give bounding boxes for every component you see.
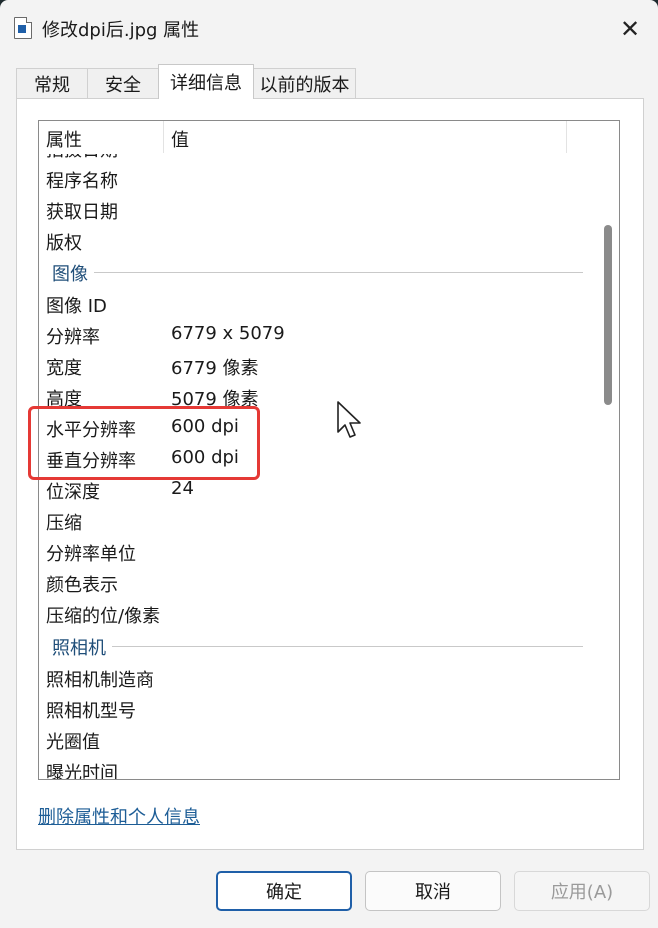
property-name: 图像 ID [46, 296, 107, 317]
list-item[interactable]: 宽度 6779 像素 [39, 350, 599, 381]
list-item[interactable]: 分辨率单位 [39, 536, 599, 567]
list-item[interactable]: 拍摄日期 [39, 154, 599, 163]
property-list[interactable]: 属性 值 拍摄日期 程序名称 获取日期 版权 图像 [38, 120, 620, 780]
property-value: 6779 x 5079 [171, 323, 285, 344]
list-item[interactable]: 水平分辨率 600 dpi [39, 412, 599, 443]
list-item[interactable]: 垂直分辨率 600 dpi [39, 443, 599, 474]
list-item[interactable]: 颜色表示 [39, 567, 599, 598]
column-header: 属性 值 [39, 121, 599, 154]
property-value: 24 [171, 478, 194, 499]
property-name: 分辨率 [46, 327, 100, 348]
property-name: 获取日期 [46, 202, 118, 223]
property-name: 高度 [46, 389, 82, 410]
apply-button[interactable]: 应用(A) [514, 871, 650, 911]
tab-security[interactable]: 安全 [87, 68, 159, 98]
property-name: 照相机型号 [46, 701, 136, 722]
property-name: 水平分辨率 [46, 420, 136, 441]
property-name: 压缩 [46, 513, 82, 534]
properties-dialog: 修改dpi后.jpg 属性 ✕ 常规 安全 详细信息 以前的版本 属性 值 拍摄… [0, 0, 658, 928]
property-value: 600 dpi [171, 447, 239, 468]
property-name: 分辨率单位 [46, 544, 136, 565]
list-item[interactable]: 获取日期 [39, 194, 599, 225]
button-bar: 确定 取消 应用(A) [0, 850, 658, 928]
property-name: 曝光时间 [46, 763, 118, 779]
close-button[interactable]: ✕ [610, 10, 650, 48]
property-name: 位深度 [46, 482, 100, 503]
title-bar[interactable]: 修改dpi后.jpg 属性 ✕ [0, 0, 658, 58]
tab-strip: 常规 安全 详细信息 以前的版本 [16, 64, 646, 99]
property-name: 照相机制造商 [46, 670, 154, 691]
remove-properties-link[interactable]: 删除属性和个人信息 [38, 803, 200, 829]
list-item[interactable]: 曝光时间 [39, 755, 599, 779]
image-file-icon [14, 17, 32, 39]
list-item[interactable]: 位深度 24 [39, 474, 599, 505]
list-item[interactable]: 高度 5079 像素 [39, 381, 599, 412]
tab-previous-versions[interactable]: 以前的版本 [253, 68, 356, 98]
list-item[interactable]: 光圈值 [39, 724, 599, 755]
cancel-button[interactable]: 取消 [365, 871, 501, 911]
mouse-pointer-icon [337, 401, 361, 438]
header-property[interactable]: 属性 [46, 126, 82, 152]
property-name: 垂直分辨率 [46, 451, 136, 472]
group-header-camera: 照相机 [39, 630, 599, 661]
list-item[interactable]: 照相机制造商 [39, 662, 599, 693]
tab-details[interactable]: 详细信息 [158, 64, 254, 99]
property-name: 版权 [46, 233, 82, 254]
group-label: 图像 [52, 260, 94, 286]
property-rows: 拍摄日期 程序名称 获取日期 版权 图像 图像 ID [39, 154, 599, 779]
property-value: 6779 像素 [171, 358, 259, 379]
property-name: 宽度 [46, 358, 82, 379]
property-name: 程序名称 [46, 171, 118, 192]
window-title: 修改dpi后.jpg 属性 [42, 20, 200, 41]
list-item[interactable]: 图像 ID [39, 288, 599, 319]
property-value: 5079 像素 [171, 389, 259, 410]
property-name: 颜色表示 [46, 575, 118, 596]
tab-general[interactable]: 常规 [16, 68, 88, 98]
list-item[interactable]: 程序名称 [39, 163, 599, 194]
property-name: 压缩的位/像素 [46, 606, 161, 627]
list-item[interactable]: 照相机型号 [39, 693, 599, 724]
property-name: 光圈值 [46, 732, 100, 753]
scroll-thumb[interactable] [604, 225, 612, 405]
property-name: 拍摄日期 [46, 154, 118, 162]
ok-button[interactable]: 确定 [216, 871, 352, 911]
vertical-scrollbar[interactable] [599, 121, 619, 779]
list-item[interactable]: 分辨率 6779 x 5079 [39, 319, 599, 350]
group-header-image: 图像 [39, 256, 599, 287]
list-item[interactable]: 压缩的位/像素 [39, 598, 599, 629]
list-item[interactable]: 版权 [39, 225, 599, 256]
header-value[interactable]: 值 [171, 126, 189, 152]
group-label: 照相机 [52, 634, 112, 660]
list-item[interactable]: 压缩 [39, 505, 599, 536]
property-value: 600 dpi [171, 416, 239, 437]
